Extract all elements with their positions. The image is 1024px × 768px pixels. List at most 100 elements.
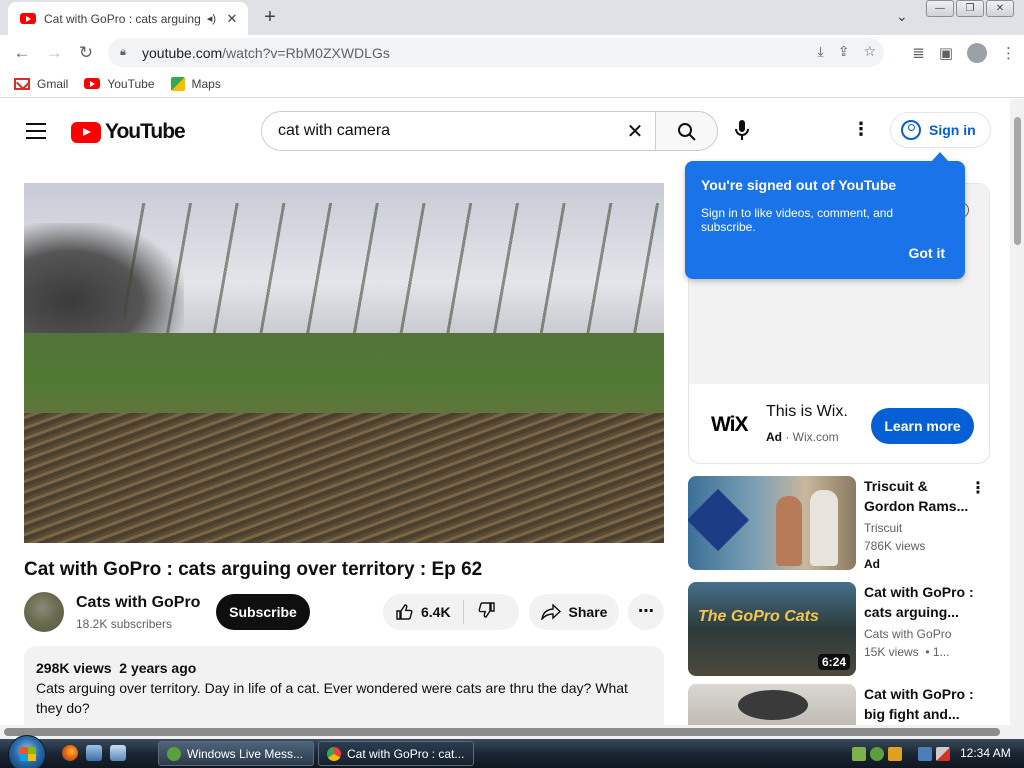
list-item[interactable]: Cat with GoPro : big fight and...	[688, 684, 1010, 725]
more-actions-button[interactable]: ⋯	[628, 594, 664, 630]
speaker-icon[interactable]: ◂)	[207, 12, 216, 25]
search-query[interactable]: cat with camera	[278, 122, 615, 140]
minimize-button[interactable]: —	[926, 0, 954, 17]
subscribe-button[interactable]: Subscribe	[216, 594, 310, 630]
view-count-date: 298K views 2 years ago	[36, 660, 197, 676]
signed-out-popup: You're signed out of YouTube Sign in to …	[685, 152, 965, 279]
wix-logo: WiX	[711, 413, 748, 436]
rec-menu-icon[interactable]: ⋮	[970, 478, 986, 498]
security-shield-icon[interactable]	[888, 746, 902, 761]
forward-arrow-icon[interactable]: →	[38, 43, 70, 63]
window-controls: — ❐ ✕	[926, 0, 1014, 17]
like-count: 6.4K	[421, 604, 451, 620]
install-icon[interactable]: ⤓	[818, 43, 824, 60]
video-title: Cat with GoPro : cats arguing over terri…	[24, 559, 483, 580]
toolbar-right: ≣ ▣ ⋮	[912, 43, 1016, 63]
share-button[interactable]: Share	[529, 594, 619, 630]
lock-icon[interactable]: 🔒︎	[120, 46, 134, 59]
reload-icon[interactable]: ↻	[70, 43, 102, 63]
bookmark-youtube[interactable]: YouTube	[84, 77, 155, 91]
video-thumbnail[interactable]	[688, 684, 856, 725]
tab-search-chevron-icon[interactable]: ⌄	[896, 8, 908, 25]
rec-views: 786K views	[864, 539, 926, 553]
profile-avatar-icon[interactable]	[967, 43, 987, 63]
tab-title: Cat with GoPro : cats arguing over terri…	[44, 11, 203, 26]
clear-search-icon[interactable]: ✕	[615, 119, 655, 144]
video-thumbnail[interactable]: The GoPro Cats 6:24	[688, 582, 856, 676]
rec-views: 15K views • 1...	[864, 645, 950, 659]
new-tab-button[interactable]: +	[258, 6, 282, 29]
restore-button[interactable]: ❐	[956, 0, 984, 17]
thumbnail-text: The GoPro Cats	[698, 608, 819, 625]
back-arrow-icon[interactable]: ←	[6, 43, 38, 63]
hamburger-menu-icon[interactable]	[26, 123, 46, 144]
side-panel-icon[interactable]: ▣	[939, 44, 953, 62]
start-button[interactable]	[8, 735, 46, 768]
scroll-thumb[interactable]	[4, 728, 1000, 736]
bookmark-gmail[interactable]: Gmail	[14, 77, 68, 91]
browser-tab[interactable]: Cat with GoPro : cats arguing over terri…	[8, 2, 248, 35]
search-button[interactable]	[655, 111, 718, 151]
list-item[interactable]: Triscuit & Gordon Rams... Triscuit 786K …	[688, 476, 1010, 571]
dislike-button[interactable]	[464, 601, 496, 624]
scroll-thumb[interactable]	[1014, 117, 1021, 245]
duration-badge: 6:24	[817, 654, 850, 670]
channel-name[interactable]: Cats with GoPro	[76, 594, 200, 612]
media-control-icon[interactable]: ≣	[912, 44, 925, 62]
horizontal-scrollbar[interactable]	[0, 725, 1024, 739]
video-thumbnail[interactable]	[688, 476, 856, 570]
windows-taskbar: Windows Live Mess... Cat with GoPro : ca…	[0, 735, 1024, 768]
taskbar-item-chrome[interactable]: Cat with GoPro : cat...	[318, 741, 474, 766]
rec-title[interactable]: Cat with GoPro : big fight and...	[864, 684, 974, 724]
clock[interactable]: 12:34 AM	[960, 746, 1011, 760]
tab-strip: Cat with GoPro : cats arguing over terri…	[0, 0, 1024, 35]
network-icon[interactable]	[852, 746, 866, 761]
youtube-logo[interactable]: YouTube	[71, 120, 186, 144]
share-icon[interactable]: ⇪	[838, 43, 850, 60]
rec-title[interactable]: Cat with GoPro : cats arguing...	[864, 582, 974, 622]
popup-heading: You're signed out of YouTube	[701, 177, 897, 193]
address-bar[interactable]: 🔒︎ youtube.com/watch?v=RbM0ZXWDLGs ⤓ ⇪ ☆	[108, 38, 884, 67]
video-player[interactable]	[24, 183, 664, 543]
volume-muted-icon[interactable]	[936, 746, 950, 761]
account-icon	[901, 120, 921, 140]
description-box[interactable]: 298K views 2 years ago Cats arguing over…	[24, 646, 664, 725]
sign-in-button[interactable]: Sign in	[890, 112, 991, 148]
rec-channel: Triscuit	[864, 521, 903, 535]
like-button[interactable]: 6.4K	[383, 600, 464, 624]
messenger-icon	[167, 746, 181, 761]
browser-toolbar: ← → ↻ 🔒︎ youtube.com/watch?v=RbM0ZXWDLGs…	[0, 35, 1024, 70]
microphone-icon[interactable]	[734, 119, 750, 146]
channel-avatar[interactable]	[24, 592, 64, 632]
got-it-button[interactable]: Got it	[908, 245, 945, 261]
url-text[interactable]: youtube.com/watch?v=RbM0ZXWDLGs	[142, 45, 390, 61]
firefox-icon[interactable]	[62, 745, 78, 761]
maps-icon	[170, 76, 185, 91]
tab-close-icon[interactable]: ✕	[224, 11, 240, 27]
description-text: Cats arguing over territory. Day in life…	[36, 680, 628, 716]
show-desktop-icon[interactable]	[86, 745, 102, 761]
vertical-scrollbar[interactable]	[1010, 99, 1024, 725]
chrome-icon	[327, 746, 341, 761]
switch-windows-icon[interactable]	[110, 745, 126, 761]
display-icon[interactable]	[918, 746, 932, 761]
search-icon	[677, 123, 696, 141]
omnibox-actions: ⤓ ⇪ ☆	[818, 43, 877, 60]
taskbar-item-messenger[interactable]: Windows Live Mess...	[158, 741, 314, 766]
search-input[interactable]: cat with camera ✕	[261, 111, 656, 151]
ad-headline[interactable]: This is Wix.	[766, 403, 848, 421]
learn-more-button[interactable]: Learn more	[871, 408, 974, 444]
chrome-menu-icon[interactable]: ⋮	[1001, 44, 1016, 62]
close-window-button[interactable]: ✕	[986, 0, 1014, 17]
rec-title[interactable]: Triscuit & Gordon Rams...	[864, 476, 974, 516]
bookmark-maps[interactable]: Maps	[170, 76, 221, 91]
messenger-tray-icon[interactable]	[870, 746, 884, 761]
like-dislike-group: 6.4K	[383, 594, 519, 630]
youtube-icon	[84, 78, 101, 89]
share-arrow-icon	[540, 604, 561, 620]
list-item[interactable]: The GoPro Cats 6:24 Cat with GoPro : cat…	[688, 582, 1010, 676]
windows-logo-icon	[20, 747, 36, 761]
bookmark-star-icon[interactable]: ☆	[863, 43, 876, 60]
settings-kebab-icon[interactable]: ⋮	[852, 119, 870, 140]
ad-meta: Ad · Wix.com	[766, 430, 839, 444]
